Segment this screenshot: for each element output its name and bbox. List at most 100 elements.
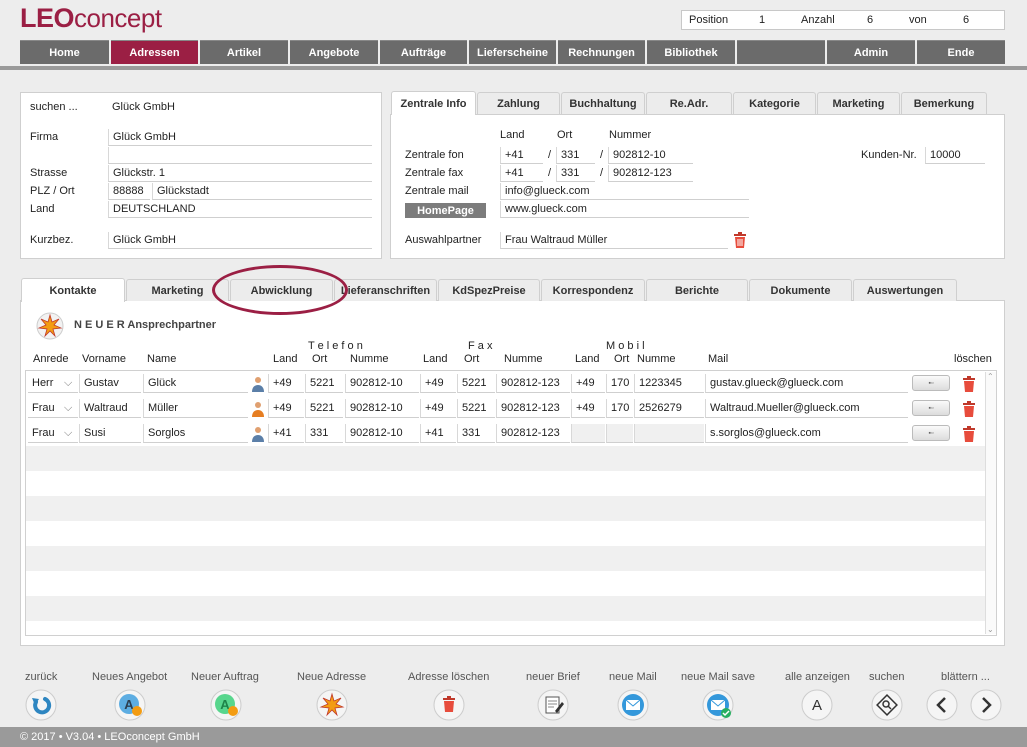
tel-ort-cell[interactable]: 5221	[305, 399, 343, 418]
firma-field[interactable]: Glück GmbH	[108, 129, 372, 146]
vorname-cell[interactable]: Gustav	[79, 374, 141, 393]
fax-ort-cell[interactable]: 5221	[457, 399, 495, 418]
nav-angebote[interactable]: Angebote	[290, 40, 378, 64]
tab-kdspezpreise[interactable]: KdSpezPreise	[438, 279, 540, 301]
tel-land-cell[interactable]: +41	[268, 424, 304, 443]
fax-land-cell[interactable]: +41	[420, 424, 456, 443]
table-row[interactable]: Frau ⌵ Waltraud Müller +49 5221 902812-10…	[26, 396, 986, 421]
tab-marketing-top[interactable]: Marketing	[817, 92, 900, 114]
fax-land-cell[interactable]: +49	[420, 374, 456, 393]
mail-cell[interactable]: s.sorglos@glueck.com	[705, 424, 908, 443]
delete-address-button[interactable]	[433, 689, 465, 721]
mob-ort-cell[interactable]	[606, 424, 633, 443]
new-mail-button[interactable]	[617, 689, 649, 721]
trash-icon[interactable]	[732, 231, 748, 249]
mob-nr-cell[interactable]: 2526279	[634, 399, 704, 418]
tel-nr-cell[interactable]: 902812-10	[345, 374, 419, 393]
tel-nr-cell[interactable]: 902812-10	[345, 399, 419, 418]
land-field[interactable]: DEUTSCHLAND	[108, 201, 372, 218]
tab-kontakte[interactable]: Kontakte	[21, 278, 125, 302]
tel-ort-cell[interactable]: 331	[305, 424, 343, 443]
mail-cell[interactable]: Waltraud.Mueller@glueck.com	[705, 399, 908, 418]
vorname-cell[interactable]: Waltraud	[79, 399, 141, 418]
tab-korrespondenz[interactable]: Korrespondenz	[541, 279, 645, 301]
trash-icon[interactable]	[961, 400, 977, 418]
mob-ort-cell[interactable]: 170	[606, 374, 633, 393]
person-icon[interactable]	[251, 401, 265, 417]
tel-land-cell[interactable]: +49	[268, 374, 304, 393]
trash-icon[interactable]	[961, 375, 977, 393]
new-contact-icon[interactable]	[36, 312, 64, 340]
show-all-button[interactable]: A	[801, 689, 833, 721]
anrede-select[interactable]: Herr ⌵	[28, 374, 78, 393]
strasse-field[interactable]: Glückstr. 1	[108, 165, 372, 182]
table-scrollbar[interactable]: ⌃ ⌄	[985, 372, 996, 634]
next-button[interactable]	[970, 689, 1002, 721]
search-button[interactable]	[871, 689, 903, 721]
prev-button[interactable]	[926, 689, 958, 721]
tab-re-adr[interactable]: Re.Adr.	[646, 92, 732, 114]
fax-land-field[interactable]: +41	[500, 165, 543, 182]
kurzbez-field[interactable]: Glück GmbH	[108, 232, 372, 249]
fax-land-cell[interactable]: +49	[420, 399, 456, 418]
new-order-button[interactable]: A	[210, 689, 242, 721]
anrede-select[interactable]: Frau ⌵	[28, 424, 78, 443]
fax-nr-cell[interactable]: 902812-123	[496, 424, 570, 443]
tel-ort-cell[interactable]: 5221	[305, 374, 343, 393]
tab-bemerkung[interactable]: Bemerkung	[901, 92, 987, 114]
ort-field[interactable]: Glückstadt	[152, 183, 372, 200]
fax-ort-cell[interactable]: 331	[457, 424, 495, 443]
tab-kategorie[interactable]: Kategorie	[733, 92, 816, 114]
new-offer-button[interactable]: A	[114, 689, 146, 721]
fax-ort-cell[interactable]: 5221	[457, 374, 495, 393]
fon-nummer-field[interactable]: 902812-10	[608, 147, 693, 164]
nav-adressen[interactable]: Adressen	[111, 40, 198, 64]
table-row[interactable]: Frau ⌵ Susi Sorglos +41 331 902812-10 +41…	[26, 421, 986, 446]
vorname-cell[interactable]: Susi	[79, 424, 141, 443]
suchen-field[interactable]: Glück GmbH	[108, 99, 372, 116]
mob-nr-cell[interactable]: 1223345	[634, 374, 704, 393]
anrede-select[interactable]: Frau ⌵	[28, 399, 78, 418]
nav-admin[interactable]: Admin	[827, 40, 915, 64]
nav-empty[interactable]	[737, 40, 825, 64]
homepage-button[interactable]: HomePage	[405, 203, 486, 218]
tab-dokumente[interactable]: Dokumente	[749, 279, 852, 301]
nav-rechnungen[interactable]: Rechnungen	[558, 40, 645, 64]
zentrale-mail-field[interactable]: info@glueck.com	[500, 183, 749, 200]
fon-land-field[interactable]: +41	[500, 147, 543, 164]
tab-auswertungen[interactable]: Auswertungen	[853, 279, 957, 301]
vcard-icon[interactable]: ▪▫	[912, 425, 950, 441]
nav-bibliothek[interactable]: Bibliothek	[647, 40, 735, 64]
fax-nr-cell[interactable]: 902812-123	[496, 374, 570, 393]
tab-zentrale-info[interactable]: Zentrale Info	[391, 91, 476, 115]
person-icon[interactable]	[251, 426, 265, 442]
new-address-button[interactable]	[316, 689, 348, 721]
mail-cell[interactable]: gustav.glueck@glueck.com	[705, 374, 908, 393]
tel-land-cell[interactable]: +49	[268, 399, 304, 418]
back-button[interactable]	[25, 689, 57, 721]
plz-field[interactable]: 88888	[108, 183, 150, 200]
mob-land-cell[interactable]: +49	[571, 399, 605, 418]
name-cell[interactable]: Müller	[143, 399, 248, 418]
nav-auftraege[interactable]: Aufträge	[380, 40, 467, 64]
new-letter-button[interactable]	[537, 689, 569, 721]
nav-lieferscheine[interactable]: Lieferscheine	[469, 40, 556, 64]
name-cell[interactable]: Glück	[143, 374, 248, 393]
name-cell[interactable]: Sorglos	[143, 424, 248, 443]
fax-nr-cell[interactable]: 902812-123	[496, 399, 570, 418]
vcard-icon[interactable]: ▪▫	[912, 400, 950, 416]
kunden-nr-field[interactable]: 10000	[925, 147, 985, 164]
fon-ort-field[interactable]: 331	[556, 147, 595, 164]
fax-nummer-field[interactable]: 902812-123	[608, 165, 693, 182]
new-mail-save-button[interactable]	[702, 689, 734, 721]
nav-home[interactable]: Home	[20, 40, 109, 64]
vcard-icon[interactable]: ▪▫	[912, 375, 950, 391]
homepage-field[interactable]: www.glueck.com	[500, 201, 749, 218]
firma-field-2[interactable]	[108, 147, 372, 164]
fax-ort-field[interactable]: 331	[556, 165, 595, 182]
mob-ort-cell[interactable]: 170	[606, 399, 633, 418]
auswahlpartner-field[interactable]: Frau Waltraud Müller	[500, 232, 728, 249]
mob-nr-cell[interactable]	[634, 424, 704, 443]
mob-land-cell[interactable]: +49	[571, 374, 605, 393]
nav-ende[interactable]: Ende	[917, 40, 1005, 64]
